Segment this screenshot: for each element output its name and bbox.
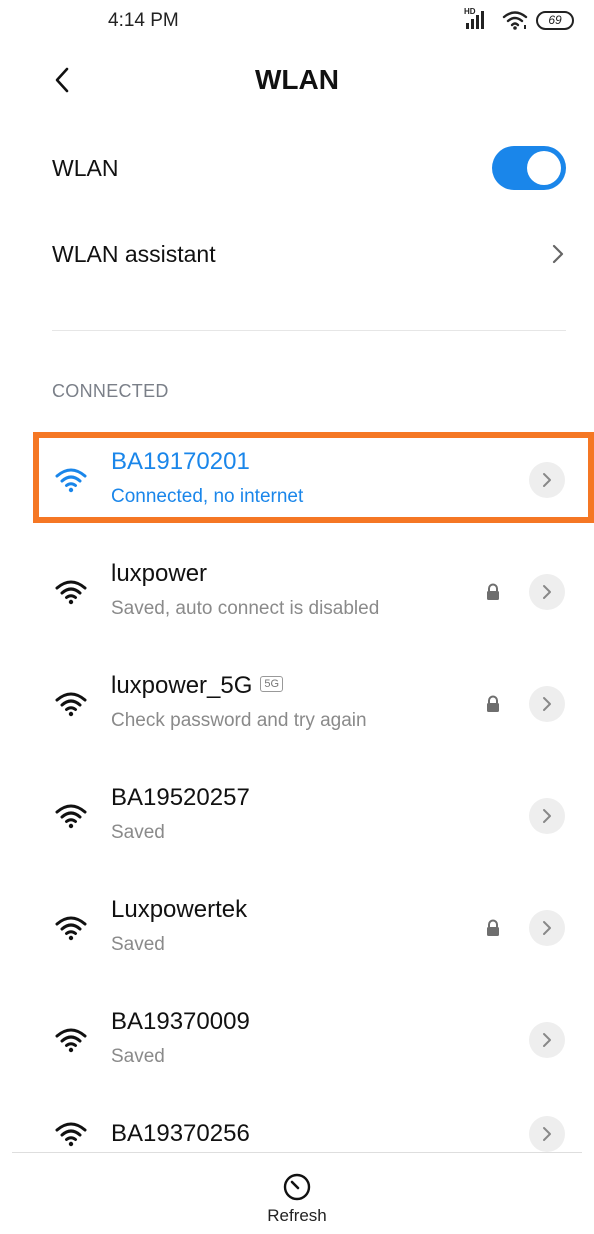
bottom-bar: Refresh (0, 1152, 594, 1234)
network-name: BA19370256 (111, 1120, 250, 1147)
bottom-divider (12, 1152, 582, 1153)
network-row[interactable]: BA19520257 Saved (0, 768, 594, 852)
lock-icon (487, 695, 499, 712)
wifi-icon (55, 1028, 87, 1053)
battery-icon: 69 (536, 10, 574, 30)
chevron-right-icon (543, 809, 551, 823)
wlan-assistant-row[interactable]: WLAN assistant (0, 222, 594, 286)
wifi-status-icon (502, 11, 528, 30)
network-detail-button[interactable] (529, 910, 565, 946)
wifi-icon (55, 692, 87, 717)
wifi-icon (55, 1122, 87, 1147)
wifi-icon (55, 580, 87, 605)
highlight-box (33, 432, 594, 523)
top-bar: WLAN (0, 52, 594, 108)
network-row[interactable]: BA19370009 Saved (0, 992, 594, 1076)
chevron-right-icon (543, 585, 551, 599)
section-header-connected: CONNECTED (52, 381, 169, 401)
network-name: BA19520257 (111, 784, 250, 811)
refresh-label: Refresh (267, 1206, 327, 1225)
badge-5g: 5G (260, 675, 284, 692)
wlan-toggle-row[interactable]: WLAN (0, 136, 594, 200)
wifi-icon (55, 916, 87, 941)
wlan-assistant-label: WLAN assistant (52, 240, 216, 267)
wlan-toggle[interactable] (492, 146, 566, 190)
divider (52, 330, 566, 331)
signal-icon: HD (464, 6, 494, 34)
network-row[interactable]: luxpower Saved, auto connect is disabled (0, 544, 594, 628)
chevron-right-icon (543, 921, 551, 935)
network-name: luxpower_5G 5G (111, 672, 284, 700)
network-detail-button[interactable] (529, 686, 565, 722)
network-detail-button[interactable] (529, 1022, 565, 1058)
page-title: WLAN (255, 64, 339, 95)
status-bar: 4:14 PM HD 69 (0, 0, 594, 44)
status-icons: HD 69 (464, 6, 574, 34)
refresh-button[interactable]: Refresh (247, 1172, 347, 1234)
battery-level: 69 (548, 13, 562, 27)
wifi-icon (55, 804, 87, 829)
network-detail-button[interactable] (529, 1116, 565, 1152)
network-status: Saved (111, 1046, 165, 1067)
network-name-text: luxpower_5G (111, 672, 253, 699)
refresh-icon (283, 1173, 311, 1201)
toggle-knob (527, 151, 561, 185)
network-status: Saved (111, 934, 165, 955)
lock-icon (487, 583, 499, 600)
chevron-right-icon (543, 1127, 551, 1141)
network-status: Check password and try again (111, 710, 367, 731)
chevron-right-icon (543, 1033, 551, 1047)
network-detail-button[interactable] (529, 798, 565, 834)
network-status: Saved (111, 822, 165, 843)
network-row[interactable]: BA19370256 (0, 1104, 594, 1152)
network-name: BA19370009 (111, 1008, 250, 1035)
lock-icon (487, 919, 499, 936)
network-row[interactable]: Luxpowertek Saved (0, 880, 594, 964)
hd-badge: HD (464, 7, 476, 16)
network-status: Saved, auto connect is disabled (111, 598, 380, 619)
network-row[interactable]: luxpower_5G 5G Check password and try aga… (0, 656, 594, 740)
chevron-right-icon (552, 244, 564, 264)
network-name: luxpower (111, 560, 208, 587)
wlan-label: WLAN (52, 154, 119, 181)
network-detail-button[interactable] (529, 574, 565, 610)
network-name: Luxpowertek (111, 896, 248, 923)
chevron-right-icon (543, 697, 551, 711)
status-time: 4:14 PM (108, 10, 179, 31)
